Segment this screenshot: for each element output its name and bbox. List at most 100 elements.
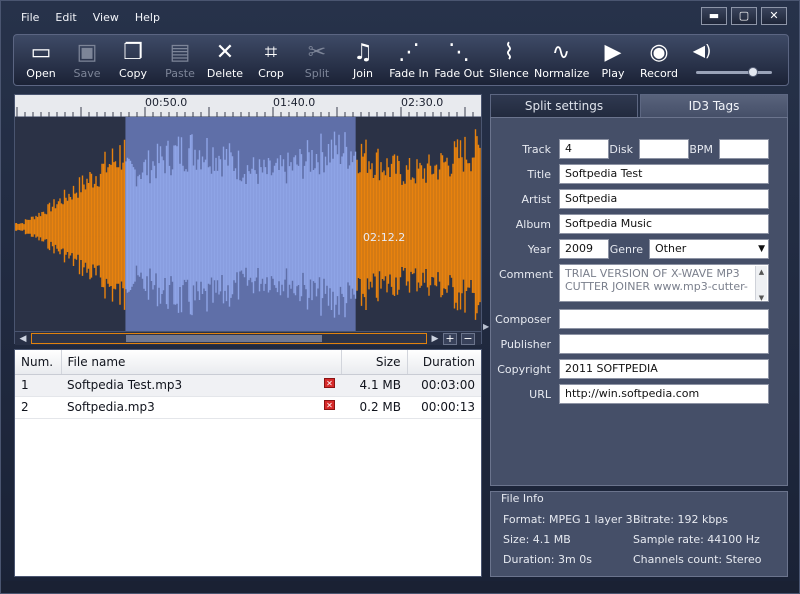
volume-button[interactable]: ◀) <box>682 37 722 81</box>
tab-split-settings[interactable]: Split settings <box>490 94 638 117</box>
track-label: Track <box>522 143 551 156</box>
tab-id3-tags[interactable]: ID3 Tags <box>640 94 788 117</box>
composer-label: Composer <box>495 313 551 326</box>
scroll-track[interactable] <box>31 333 427 344</box>
track-field[interactable]: 4 <box>559 139 609 159</box>
normalize-button[interactable]: ∿ Normalize <box>534 39 589 83</box>
title-field[interactable]: Softpedia Test <box>559 164 769 184</box>
timeline-tick-label: 02:30.0 <box>401 96 444 109</box>
silence-icon: ⌇ <box>503 40 515 65</box>
fade-out-button[interactable]: ⋱ Fade Out <box>432 39 486 83</box>
volume-slider-knob[interactable] <box>748 67 758 77</box>
composer-field[interactable] <box>559 309 769 329</box>
cursor-time-label: 02:12.2 <box>363 231 406 244</box>
app-window: File Edit View Help ▬ ▢ ✕ ▭ Open ▣ Save ❐ C… <box>0 0 800 594</box>
remove-file-icon[interactable]: ✕ <box>324 400 335 410</box>
row-duration: 00:00:13 <box>407 396 481 419</box>
album-label: Album <box>515 218 551 231</box>
maximize-button[interactable]: ▢ <box>731 7 757 25</box>
zoom-in-button[interactable]: + <box>443 333 457 345</box>
row-num: 2 <box>15 396 61 419</box>
url-field[interactable]: http://win.softpedia.com <box>559 384 769 404</box>
row-file-name: Softpedia.mp3 ✕ <box>61 396 341 419</box>
status-bar <box>1 581 799 593</box>
waveform-scrollbar[interactable]: ◀ ▶ + − <box>15 331 481 345</box>
menu-edit[interactable]: Edit <box>47 9 84 29</box>
fade-in-icon: ⋰ <box>398 40 420 65</box>
table-row[interactable]: 1 Softpedia Test.mp3 ✕ 4.1 MB 00:03:00 <box>15 374 481 397</box>
info-size: Size: 4.1 MB <box>503 533 571 546</box>
comment-scrollbar[interactable]: ▲ ▼ <box>755 266 767 301</box>
menu-bar: File Edit View Help <box>13 9 168 29</box>
file-info-title: File Info <box>501 492 544 505</box>
copyright-label: Copyright <box>497 363 551 376</box>
file-info-panel: File Info Format: MPEG 1 layer 3 Bitrate… <box>490 491 788 577</box>
comment-label: Comment <box>499 268 553 281</box>
column-header-size[interactable]: Size <box>341 350 408 375</box>
table-row[interactable]: 2 Softpedia.mp3 ✕ 0.2 MB 00:00:13 <box>15 396 481 419</box>
album-field[interactable]: Softpedia Music <box>559 214 769 234</box>
info-duration: Duration: 3m 0s <box>503 553 592 566</box>
info-format: Format: MPEG 1 layer 3 <box>503 513 633 526</box>
silence-button[interactable]: ⌇ Silence <box>482 39 536 83</box>
row-size: 0.2 MB <box>341 396 407 419</box>
timeline-ruler[interactable]: 00:50.0 01:40.0 02:30.0 <box>15 95 481 117</box>
waveform-graph <box>15 117 481 331</box>
copy-button[interactable]: ❐ Copy <box>106 39 160 83</box>
fade-in-button[interactable]: ⋰ Fade In <box>382 39 436 83</box>
normalize-icon: ∿ <box>551 40 571 65</box>
speaker-icon: ◀) <box>692 41 712 60</box>
timeline-tick-label: 01:40.0 <box>273 96 316 109</box>
waveform-canvas[interactable]: 02:12.2 <box>15 117 481 331</box>
disk-field[interactable] <box>639 139 689 159</box>
bpm-label: BPM <box>689 143 713 156</box>
file-list: Num. File name Size Duration 1 Softpedia… <box>14 349 482 577</box>
info-bitrate: Bitrate: 192 kbps <box>633 513 729 526</box>
close-button[interactable]: ✕ <box>761 7 787 25</box>
id3-tags-panel: Track 4 Disk BPM Title Softpedia Test Ar… <box>490 117 788 486</box>
waveform-panel: 00:50.0 01:40.0 02:30.0 02:12.2 ◀ ▶ + − <box>14 94 482 345</box>
genre-select[interactable]: Other ▼ <box>649 239 769 259</box>
year-label: Year <box>527 243 551 256</box>
menu-help[interactable]: Help <box>127 9 168 29</box>
row-file-name: Softpedia Test.mp3 ✕ <box>61 374 341 397</box>
toolbar: ▭ Open ▣ Save ❐ Copy ▤ Paste ✕ Delete ⌗ Crop ✂… <box>13 34 789 86</box>
row-duration: 00:03:00 <box>407 374 481 397</box>
artist-field[interactable]: Softpedia <box>559 189 769 209</box>
zoom-out-button[interactable]: − <box>461 333 475 345</box>
artist-label: Artist <box>521 193 551 206</box>
publisher-label: Publisher <box>500 338 552 351</box>
splitter-arrow-icon: ▶ <box>483 322 490 331</box>
scroll-thumb[interactable] <box>126 335 322 342</box>
chevron-down-icon: ▼ <box>758 244 765 254</box>
scroll-right-button[interactable]: ▶ <box>429 333 441 345</box>
column-header-num[interactable]: Num. <box>15 350 62 375</box>
column-header-file-name[interactable]: File name <box>61 350 342 375</box>
copyright-field[interactable]: 2011 SOFTPEDIA <box>559 359 769 379</box>
year-field[interactable]: 2009 <box>559 239 609 259</box>
genre-label: Genre <box>609 243 643 256</box>
menu-view[interactable]: View <box>85 9 127 29</box>
publisher-field[interactable] <box>559 334 769 354</box>
file-table: Num. File name Size Duration 1 Softpedia… <box>15 350 481 419</box>
fade-out-icon: ⋱ <box>448 40 470 65</box>
bpm-field[interactable] <box>719 139 769 159</box>
menu-file[interactable]: File <box>13 9 47 29</box>
volume-slider[interactable] <box>696 67 772 77</box>
window-controls: ▬ ▢ ✕ <box>701 7 787 25</box>
row-size: 4.1 MB <box>341 374 407 397</box>
url-label: URL <box>529 388 551 401</box>
scroll-left-button[interactable]: ◀ <box>17 333 29 345</box>
copy-icon: ❐ <box>123 40 143 65</box>
info-channels: Channels count: Stereo <box>633 553 762 566</box>
column-header-duration[interactable]: Duration <box>407 350 481 375</box>
minimize-button[interactable]: ▬ <box>701 7 727 25</box>
record-button[interactable]: ◉ Record <box>632 39 686 83</box>
comment-field[interactable]: TRIAL VERSION OF X-WAVE MP3 CUTTER JOINE… <box>559 264 769 302</box>
timeline-tick-label: 00:50.0 <box>145 96 188 109</box>
remove-file-icon[interactable]: ✕ <box>324 378 335 388</box>
record-icon: ◉ <box>649 40 669 65</box>
info-sample-rate: Sample rate: 44100 Hz <box>633 533 760 546</box>
title-label: Title <box>527 168 551 181</box>
panel-splitter[interactable]: ▶ <box>483 94 489 577</box>
